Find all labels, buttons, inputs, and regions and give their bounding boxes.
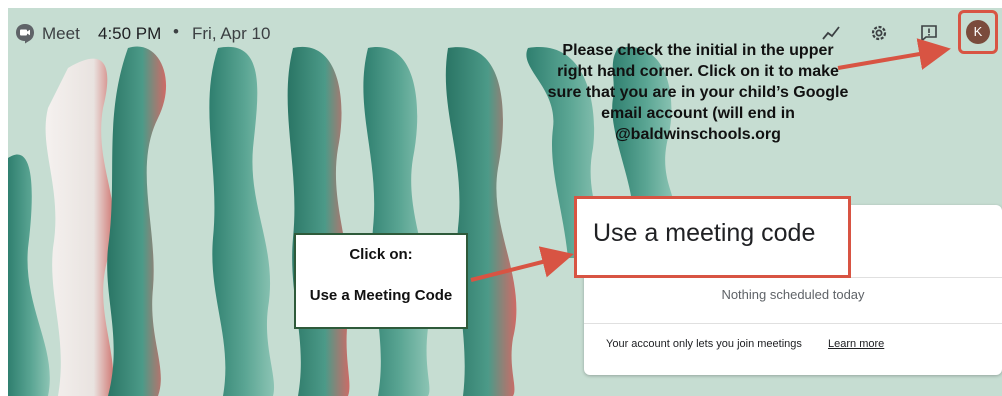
settings-icon[interactable] — [868, 22, 890, 44]
use-meeting-code-caption: Use a Meeting Code — [309, 287, 453, 304]
nothing-scheduled-text: Nothing scheduled today — [721, 287, 865, 302]
meet-logo-icon — [16, 24, 34, 44]
feedback-icon[interactable] — [918, 22, 940, 44]
instruction-note-account: Please check the initial in the upper ri… — [547, 42, 849, 143]
click-on-label: Click on: — [349, 246, 413, 263]
app-name: Meet — [42, 24, 80, 43]
top-bar: Meet 4:50 PM • Fri, Apr 10 K — [8, 8, 1002, 56]
card-divider — [584, 323, 1002, 324]
account-avatar[interactable]: K — [966, 20, 990, 44]
account-notice-text: Your account only lets you join meetings — [606, 338, 802, 350]
clock-time: 4:50 PM — [98, 24, 162, 43]
instruction-box-click-on: Click on: Use a Meeting Code — [294, 233, 468, 329]
meet-screen: Meet 4:50 PM • Fri, Apr 10 K Please chec… — [8, 8, 1002, 396]
date-label: Fri, Apr 10 — [192, 24, 271, 43]
use-meeting-code-button[interactable]: Use a meeting code — [574, 196, 851, 278]
learn-more-link[interactable]: Learn more — [828, 338, 884, 350]
use-meeting-code-label: Use a meeting code — [593, 219, 816, 247]
separator-dot: • — [173, 22, 179, 41]
